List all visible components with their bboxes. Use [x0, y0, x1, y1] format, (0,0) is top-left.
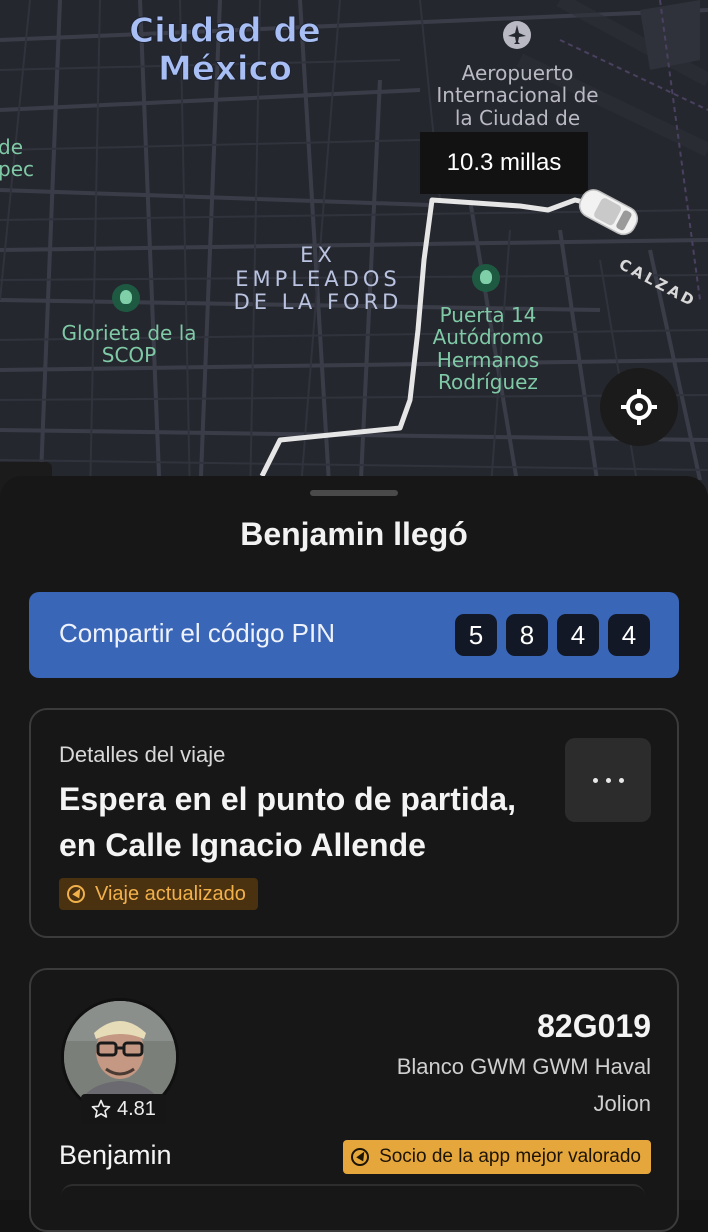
more-options-button[interactable] — [565, 738, 651, 822]
compass-icon — [67, 885, 85, 903]
park-icon — [112, 284, 140, 312]
driver-badge-label: Socio de la app mejor valorado — [379, 1146, 641, 1167]
locate-icon — [621, 389, 657, 425]
trip-instruction: Espera en el punto de partida, en Calle … — [59, 781, 516, 863]
trip-updated-badge: Viaje actualizado — [59, 878, 258, 910]
vehicle-description: Blanco GWM GWM Haval Jolion — [396, 1054, 651, 1116]
license-plate: 82G019 — [537, 1008, 651, 1044]
driver-name: Benjamin — [59, 1140, 172, 1170]
trip-details-card: Detalles del viaje Espera en el punto de… — [29, 708, 679, 938]
sheet-title: Benjamin llegó — [240, 516, 468, 552]
park-icon — [472, 264, 500, 292]
airport-icon — [503, 21, 531, 49]
drag-handle[interactable] — [310, 490, 398, 496]
driver-card: 4.81 82G019 Blanco GWM GWM Haval Jolion … — [29, 968, 679, 1232]
trip-badge-label: Viaje actualizado — [95, 882, 246, 905]
car-icon — [578, 189, 639, 236]
pin-digit: 4 — [557, 614, 599, 656]
city-label: Ciudad de México — [129, 11, 322, 90]
more-icon — [592, 777, 598, 783]
pin-digit: 5 — [455, 614, 497, 656]
locate-button[interactable] — [600, 368, 678, 446]
driver-rating: 4.81 — [81, 1094, 166, 1124]
driver-actions-row[interactable] — [61, 1184, 645, 1216]
rating-value: 4.81 — [117, 1097, 156, 1120]
distance-tooltip: 10.3 millas — [420, 132, 588, 194]
share-pin-button[interactable]: Compartir el código PIN 5 8 4 4 — [29, 592, 679, 678]
map-view[interactable]: Ciudad de México Aeropuerto Internaciona… — [0, 0, 708, 500]
compass-icon — [351, 1148, 370, 1166]
park-label-right: Puerta 14 Autódromo Hermanos Rodríguez — [432, 303, 544, 395]
pin-digit: 4 — [608, 614, 650, 656]
pin-label: Compartir el código PIN — [59, 618, 335, 648]
trip-sheet: Benjamin llegó Compartir el código PIN 5… — [0, 476, 708, 1232]
park-label-left: Glorieta de la SCOP — [61, 321, 197, 368]
top-rated-badge: Socio de la app mejor valorado — [343, 1140, 651, 1174]
edge-label-left: de pec — [0, 135, 34, 182]
neighborhood-label: EX EMPLEADOS DE LA FORD — [233, 243, 403, 315]
airport-label: Aeropuerto Internacional de la Ciudad de — [436, 62, 599, 130]
trip-section-label: Detalles del viaje — [59, 742, 226, 767]
pin-digit: 8 — [506, 614, 548, 656]
star-icon — [91, 1099, 111, 1118]
